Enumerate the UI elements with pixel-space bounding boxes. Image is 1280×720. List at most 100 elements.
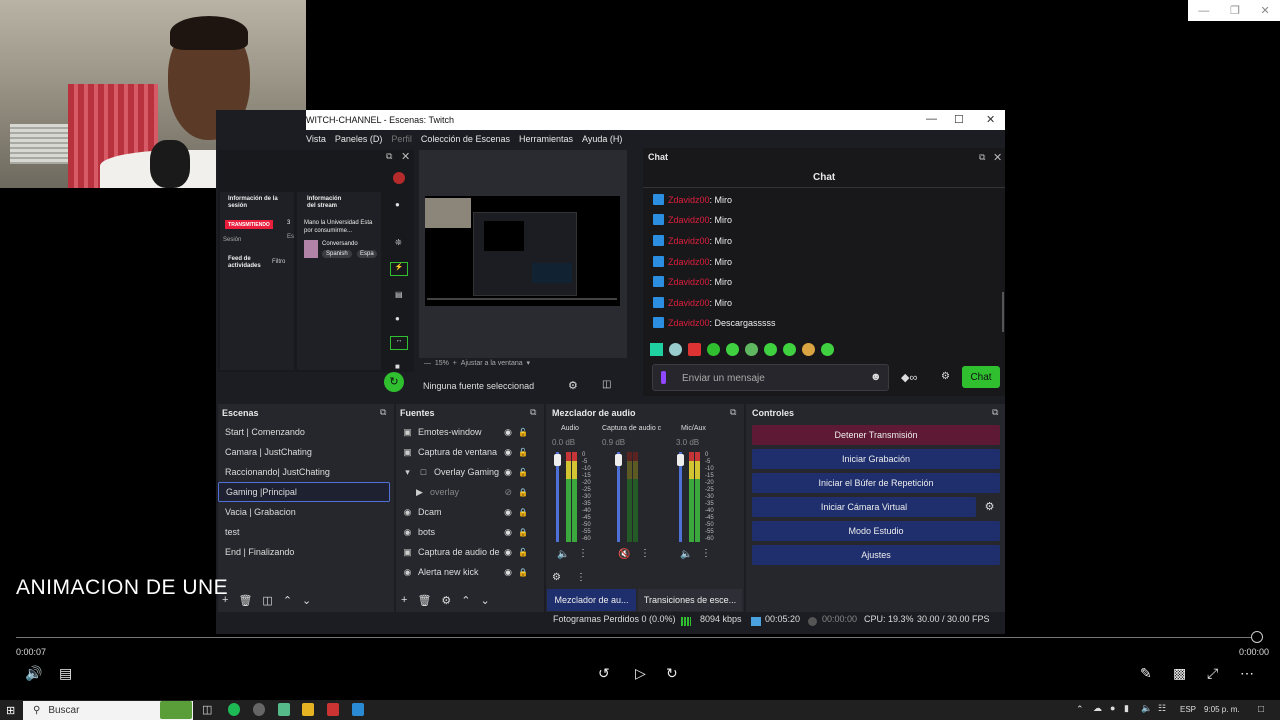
fit-label[interactable]: Ajustar a la ventana [461,360,523,367]
play-icon[interactable]: ▷ [635,665,646,682]
volume-handle[interactable] [615,454,622,466]
muted-speaker-icon[interactable]: 🔇 [618,549,630,560]
dock-float-icon[interactable]: ⧉ [386,151,392,162]
eye-icon[interactable]: ◉ [504,467,512,478]
dock-close-icon[interactable]: ✕ [993,151,1002,164]
emote-icon[interactable] [802,343,815,356]
chevron-down-icon[interactable]: ▾ [402,467,413,478]
bits-icon[interactable]: ◆∞ [901,371,917,384]
scene-item[interactable]: Camara | JustChating [218,442,390,462]
menu-ayuda[interactable]: Ayuda (H) [582,134,622,144]
menu-herramientas[interactable]: Herramientas [519,134,573,144]
menu-paneles[interactable]: Paneles (D) [335,134,383,144]
chat-username[interactable]: Zdavidz00 [668,236,710,246]
lightning-icon[interactable]: ⚡ [390,262,408,276]
eye-icon[interactable]: ◉ [504,427,512,438]
source-item[interactable]: ▣ Captura de ventana ◉ 🔓 [396,442,538,462]
source-item[interactable]: ▣ Emotes-window ◉ 🔓 [396,422,538,442]
speaker-icon[interactable]: 🔈 [557,549,569,560]
progress-bar[interactable] [16,637,1258,638]
lock-icon[interactable]: 🔒 [518,508,528,517]
minimize-icon[interactable]: — [1198,5,1209,17]
captions-icon[interactable]: ▤ [59,665,72,682]
chevron-up-icon[interactable]: ⌃ [283,594,292,607]
chevron-up-icon[interactable]: ⌃ [461,594,470,607]
chat-username[interactable]: Zdavidz00 [668,195,710,205]
source-item[interactable]: ◉ Alerta new kick ◉ 🔒 [396,562,538,582]
chat-scrollbar[interactable] [1002,292,1004,332]
spotify-icon[interactable] [228,703,240,716]
dock-float-icon[interactable]: ⧉ [992,407,998,418]
network-icon[interactable]: ☷ [1158,703,1166,714]
replay-buffer-button[interactable]: Iniciar el Búfer de Repetición [752,473,1000,493]
app-icon[interactable] [278,703,290,716]
eye-icon[interactable]: ◉ [504,567,512,578]
task-view-icon[interactable]: ◫ [202,703,212,716]
eye-hidden-icon[interactable]: ⊘ [504,487,512,498]
lock-icon[interactable]: 🔒 [518,488,528,497]
scene-item-selected[interactable]: Gaming |Principal [218,482,390,502]
scene-item[interactable]: Vacia | Grabacion [218,502,390,522]
card-icon[interactable]: ■ [395,362,400,371]
source-item[interactable]: ◉ Dcam ◉ 🔒 [396,502,538,522]
source-item[interactable]: ▣ Captura de audio de ◉ 🔓 [396,542,538,562]
lock-icon[interactable]: 🔒 [518,568,528,577]
fullscreen-icon[interactable]: ⤢ [1207,665,1218,682]
gear-icon[interactable]: ❊ [395,238,402,247]
more-icon[interactable]: ⋮ [576,572,586,583]
search-highlight-image[interactable] [160,701,192,719]
rewind-10-icon[interactable]: ↺ [598,665,610,682]
tag-spanish[interactable]: Spanish [322,250,352,258]
edit-icon[interactable]: ✎ [1140,665,1152,682]
eye-icon[interactable]: ◉ [504,547,512,558]
menu-coleccion[interactable]: Colección de Escenas [421,134,510,144]
scene-item[interactable]: Start | Comenzando [218,422,390,442]
add-icon[interactable]: + [401,594,407,607]
restore-icon[interactable]: ❐ [1230,4,1240,17]
source-item[interactable]: ◉ bots ◉ 🔒 [396,522,538,542]
gear-icon[interactable]: ⚙ [979,497,1000,517]
scene-item[interactable]: test [218,522,390,542]
eye-icon[interactable]: ◉ [504,447,512,458]
close-icon[interactable]: ✕ [1260,4,1269,17]
eye-icon[interactable]: ◉ [504,527,512,538]
emote-icon[interactable] [821,343,834,356]
chevron-up-icon[interactable]: ⌃ [1076,704,1084,715]
chat-username[interactable]: Zdavidz00 [668,277,710,287]
emote-icon[interactable] [745,343,758,356]
unlock-icon[interactable]: 🔓 [518,428,528,437]
trash-icon[interactable]: 🗑 [417,594,431,607]
maximize-icon[interactable]: ☐ [954,113,964,126]
advanced-audio-icon[interactable]: ⚙ [552,572,561,583]
emote-icon[interactable] [707,343,720,356]
chevron-down-icon[interactable]: ⌄ [481,594,490,607]
more-icon[interactable]: ⋯ [1240,665,1254,682]
emote-icon[interactable] [669,343,682,356]
start-recording-button[interactable]: Iniciar Grabación [752,449,1000,469]
refresh-icon[interactable]: ↻ [384,372,404,392]
unlock-icon[interactable]: 🔓 [518,468,528,477]
chat-username[interactable]: Zdavidz00 [668,318,710,328]
more-icon[interactable]: ⋮ [701,548,711,559]
emote-icon[interactable] [764,343,777,356]
preview-canvas[interactable] [425,196,620,306]
volume-handle[interactable] [677,454,684,466]
filter-button[interactable]: Filtro [272,259,285,265]
scene-item[interactable]: Raccionando| JustChating [218,462,390,482]
chat-username[interactable]: Zdavidz00 [668,298,710,308]
app-icon[interactable] [327,703,339,716]
dock-float-icon[interactable]: ⧉ [979,152,985,163]
close-icon[interactable]: ✕ [986,113,995,126]
miniplayer-icon[interactable]: ▩ [1173,665,1186,682]
chat-username[interactable]: Zdavidz00 [668,215,710,225]
mic-icon[interactable]: ● [1110,703,1115,713]
settings-button[interactable]: Ajustes [752,545,1000,565]
tag-espanol[interactable]: Espa [357,250,377,258]
emote-icon[interactable] [783,343,796,356]
eye-icon[interactable]: ◉ [504,507,512,518]
gear-icon[interactable]: ⚙ [441,594,451,607]
avatar[interactable] [393,172,405,184]
menu-vista[interactable]: Vista [306,134,326,144]
cloud-icon[interactable]: ☁ [1093,703,1102,714]
source-item[interactable]: ▾ □ Overlay Gaming ◉ 🔓 [396,462,538,482]
